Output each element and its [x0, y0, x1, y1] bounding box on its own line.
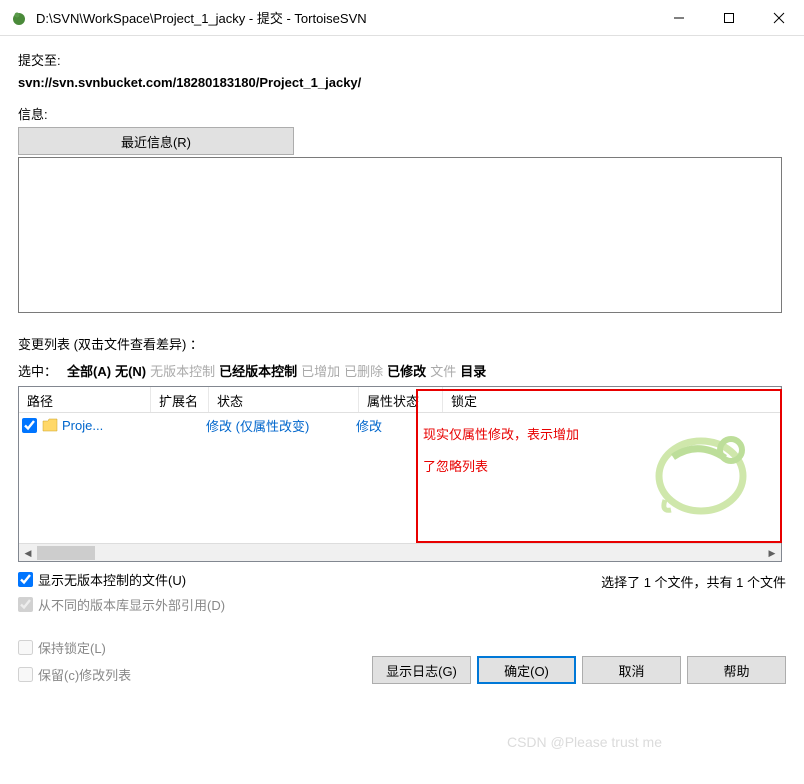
table-header: 路径 扩展名 状态 属性状态 锁定	[19, 387, 781, 413]
filter-label: 选中：	[18, 361, 57, 380]
th-lock[interactable]: 锁定	[443, 387, 781, 412]
row-checkbox[interactable]	[22, 418, 37, 433]
filter-unversioned: 无版本控制	[150, 361, 215, 380]
changelist-label: 变更列表 (双击文件查看差异) ：	[18, 334, 786, 353]
scroll-left-icon[interactable]: ◀	[19, 544, 37, 562]
filter-none[interactable]: 无(N)	[115, 361, 146, 380]
commit-url: svn://svn.svnbucket.com/18280183180/Proj…	[18, 75, 786, 90]
info-label: 信息:	[18, 104, 786, 123]
table-body: Proje... 修改 (仅属性改变) 修改 现实仅属性修改，表示增加 了忽略列…	[19, 413, 781, 543]
minimize-button[interactable]	[654, 0, 704, 36]
cell-propstatus: 修改	[356, 416, 436, 435]
cell-path: Proje...	[62, 418, 148, 433]
file-table: 路径 扩展名 状态 属性状态 锁定 Proje... 修改 (仅属性改变) 修改…	[18, 386, 782, 562]
maximize-button[interactable]	[704, 0, 754, 36]
commit-to-label: 提交至:	[18, 50, 786, 69]
th-path[interactable]: 路径	[19, 387, 151, 412]
horizontal-scrollbar[interactable]: ◀ ▶	[19, 543, 781, 561]
cell-status: 修改 (仅属性改变)	[206, 416, 356, 435]
keep-changelist-checkbox[interactable]: 保留(c)修改列表	[18, 665, 131, 684]
show-log-button[interactable]: 显示日志(G)	[372, 656, 471, 684]
filter-files: 文件	[430, 361, 456, 380]
tortoise-watermark-icon	[643, 422, 753, 523]
filter-modified[interactable]: 已修改	[387, 361, 426, 380]
close-button[interactable]	[754, 0, 804, 36]
filter-row: 选中： 全部(A) 无(N) 无版本控制 已经版本控制 已增加 已删除 已修改 …	[18, 361, 786, 380]
th-status[interactable]: 状态	[209, 387, 359, 412]
keep-locks-checkbox[interactable]: 保持锁定(L)	[18, 638, 131, 657]
cancel-button[interactable]: 取消	[582, 656, 681, 684]
filter-all[interactable]: 全部(A)	[67, 361, 111, 380]
recent-messages-button[interactable]: 最近信息(R)	[18, 127, 294, 155]
titlebar: D:\SVN\WorkSpace\Project_1_jacky - 提交 - …	[0, 0, 804, 36]
th-ext[interactable]: 扩展名	[151, 387, 209, 412]
show-unversioned-checkbox[interactable]: 显示无版本控制的文件(U)	[18, 570, 225, 589]
ok-button[interactable]: 确定(O)	[477, 656, 576, 684]
th-propstatus[interactable]: 属性状态	[359, 387, 443, 412]
table-row[interactable]: Proje... 修改 (仅属性改变) 修改	[19, 413, 781, 437]
filter-dirs[interactable]: 目录	[460, 361, 486, 380]
show-externals-checkbox: 从不同的版本库显示外部引用(D)	[18, 595, 225, 614]
window-title: D:\SVN\WorkSpace\Project_1_jacky - 提交 - …	[36, 8, 654, 27]
commit-message-input[interactable]	[18, 157, 782, 313]
filter-versioned[interactable]: 已经版本控制	[219, 361, 297, 380]
selection-status: 选择了 1 个文件，共有 1 个文件	[601, 572, 786, 591]
tortoisesvn-icon	[10, 9, 28, 27]
scroll-thumb[interactable]	[37, 546, 95, 560]
filter-added: 已增加	[301, 361, 340, 380]
help-button[interactable]: 帮助	[687, 656, 786, 684]
filter-deleted: 已删除	[344, 361, 383, 380]
scroll-right-icon[interactable]: ▶	[763, 544, 781, 562]
csdn-watermark: CSDN @Please trust me	[507, 734, 662, 750]
folder-icon	[42, 418, 58, 432]
